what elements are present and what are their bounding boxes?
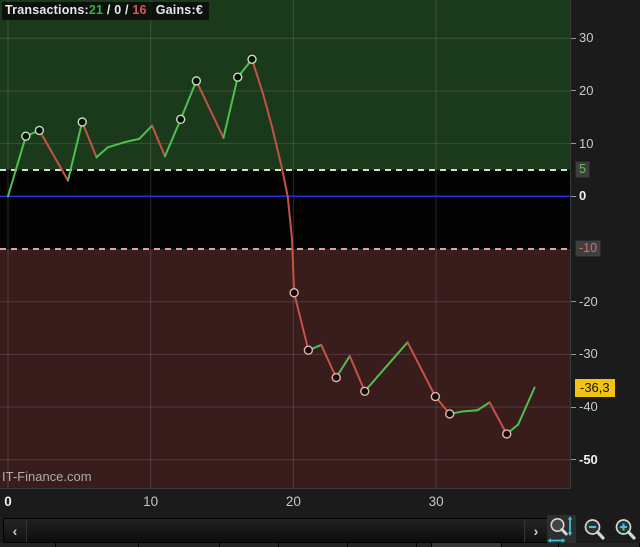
y-axis-label: 0 — [579, 188, 587, 204]
zoom-out-button[interactable] — [580, 515, 609, 546]
trade-marker — [21, 131, 31, 141]
transactions-label: Transactions: — [5, 3, 89, 17]
panel-edge-cell — [139, 543, 219, 547]
trade-marker — [430, 391, 441, 402]
panel-edge-cell — [432, 543, 501, 547]
panel-edge-cell — [502, 543, 558, 547]
trade-marker — [233, 72, 243, 82]
transactions-win-count: 21 — [88, 3, 104, 17]
y-axis-label: 20 — [579, 82, 594, 98]
trade-marker — [77, 117, 87, 127]
scrollbar-thumb[interactable] — [26, 519, 525, 542]
y-axis-label: -20 — [579, 293, 598, 309]
y-axis-tick — [571, 459, 576, 461]
magnifier-axes-icon — [547, 516, 573, 543]
y-axis-tick — [571, 353, 576, 355]
y-axis-label: -40 — [579, 399, 598, 415]
horizontal-scrollbar[interactable]: ‹ › — [3, 518, 548, 543]
loss-zone — [0, 249, 570, 488]
chart-window: Transactions:21 / 0 / 16 Gains:€ IT-Finan… — [0, 0, 640, 547]
panel-edge-cell — [417, 543, 431, 547]
zoom-fit-button[interactable] — [547, 515, 576, 546]
y-axis-tick — [571, 90, 576, 92]
panel-edge-cell — [0, 543, 55, 547]
x-axis: 0 10 20 30 — [0, 489, 570, 515]
y-axis-tick — [571, 143, 576, 145]
chevron-right-icon: › — [533, 522, 539, 539]
gains-currency: € — [195, 3, 203, 17]
trade-marker — [247, 54, 257, 64]
chart-toolbar: ‹ › — [0, 515, 640, 546]
watermark: IT-Finance.com — [2, 469, 92, 484]
trade-marker — [444, 409, 455, 419]
y-axis-tick — [571, 406, 576, 408]
y-axis-label: 10 — [579, 135, 594, 151]
panel-edge-cell — [348, 543, 416, 547]
x-axis-label: 20 — [285, 494, 301, 509]
transactions-summary: Transactions:21 / 0 / 16 Gains:€ — [2, 2, 209, 20]
y-axis-label: -30 — [579, 346, 598, 362]
trade-marker — [175, 114, 186, 125]
trade-marker — [34, 125, 45, 136]
trade-marker — [303, 345, 314, 355]
panel-edge-cell — [220, 543, 278, 547]
transactions-separator: / — [103, 3, 115, 17]
chevron-left-icon: ‹ — [12, 522, 18, 539]
x-axis-label: 30 — [428, 494, 444, 509]
x-axis-label: 0 — [4, 494, 12, 509]
current-value-badge: -36,3 — [575, 378, 615, 397]
trade-marker — [502, 429, 512, 439]
x-axis-label: 10 — [143, 494, 159, 509]
trade-marker — [331, 372, 341, 383]
gains-label: Gains: — [155, 3, 196, 17]
y-axis-label: 30 — [579, 30, 594, 46]
equity-curve-chart — [0, 0, 570, 488]
y-axis-tick — [571, 195, 576, 197]
y-axis-tick — [571, 301, 576, 303]
transactions-separator: / — [121, 3, 133, 17]
trade-marker — [360, 386, 370, 396]
threshold-value-badge: -10 — [575, 240, 602, 257]
panel-edge-cell — [559, 543, 639, 547]
magnifier-plus-icon — [615, 519, 636, 540]
y-axis: 30 20 10 5 0 -10 -20 -30 -36,3 -40 -50 — [571, 0, 640, 516]
y-axis-label: -50 — [579, 451, 598, 467]
trade-marker — [191, 76, 202, 86]
panel-edge-cell — [56, 543, 138, 547]
threshold-value-badge: 5 — [575, 160, 590, 178]
equity-curve-plot-area — [0, 0, 571, 489]
profit-zone — [0, 0, 570, 170]
zoom-in-button[interactable] — [611, 515, 640, 546]
scroll-left-button[interactable]: ‹ — [4, 519, 26, 542]
equity-segment-up — [462, 409, 479, 413]
trade-marker — [289, 288, 299, 298]
panel-edge-cell — [279, 543, 347, 547]
scroll-right-button[interactable]: › — [525, 519, 547, 542]
magnifier-minus-icon — [584, 519, 605, 540]
transactions-loss-count: 16 — [132, 3, 147, 17]
y-axis-tick — [571, 37, 576, 39]
lower-panel-edge — [0, 543, 640, 547]
